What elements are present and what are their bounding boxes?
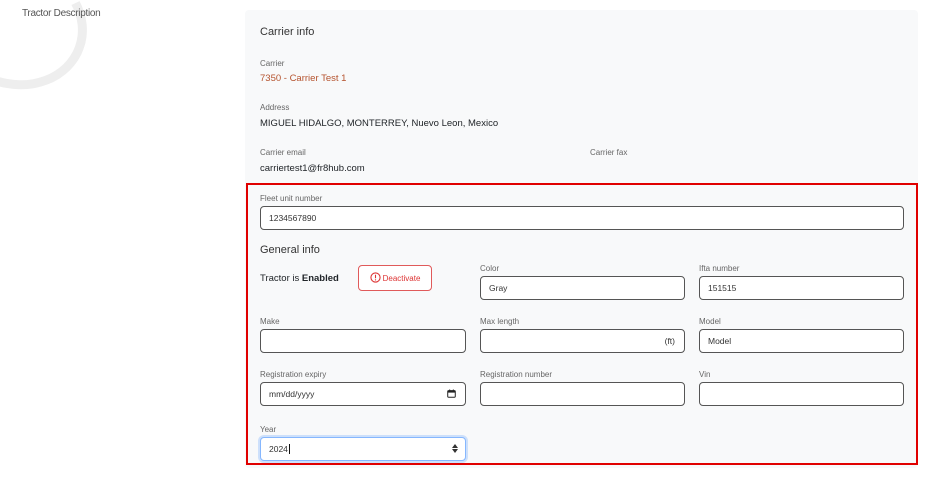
max-length-label: Max length (480, 317, 520, 326)
stepper-down-icon[interactable] (452, 449, 458, 453)
carrier-email-value: carriertest1@fr8hub.com (260, 163, 365, 174)
model-input[interactable]: Model (699, 329, 904, 353)
ifta-input[interactable]: 151515 (699, 276, 904, 300)
registration-number-input[interactable] (480, 382, 685, 406)
address-label: Address (260, 103, 290, 112)
registration-expiry-input[interactable]: mm/dd/yyyy (260, 382, 466, 406)
registration-expiry-value: mm/dd/yyyy (269, 389, 315, 399)
vin-label: Vin (699, 370, 711, 379)
deactivate-button[interactable]: Deactivate (358, 265, 432, 291)
carrier-fax-label: Carrier fax (590, 148, 628, 157)
fleet-unit-label: Fleet unit number (260, 194, 323, 203)
vin-input[interactable] (699, 382, 904, 406)
model-label: Model (699, 317, 721, 326)
calendar-icon[interactable] (447, 388, 456, 400)
make-label: Make (260, 317, 280, 326)
color-input[interactable]: Gray (480, 276, 685, 300)
address-value: MIGUEL HIDALGO, MONTERREY, Nuevo Leon, M… (260, 118, 499, 129)
stepper-up-icon[interactable] (452, 444, 458, 448)
alert-circle-icon (369, 271, 381, 285)
ifta-label: Ifta number (699, 264, 740, 273)
carrier-info-heading: Carrier info (260, 26, 315, 38)
year-stepper[interactable] (452, 444, 458, 453)
general-info-heading: General info (260, 244, 320, 256)
registration-expiry-label: Registration expiry (260, 370, 327, 379)
fleet-unit-value: 1234567890 (269, 213, 317, 223)
color-label: Color (480, 264, 500, 273)
model-value: Model (708, 336, 732, 346)
make-input[interactable] (260, 329, 466, 353)
fleet-unit-input[interactable]: 1234567890 (260, 206, 904, 230)
sidebar-title: Tractor Description (22, 8, 101, 19)
carrier-email-label: Carrier email (260, 148, 306, 157)
deactivate-label: Deactivate (382, 273, 421, 283)
carrier-label: Carrier (260, 59, 285, 68)
registration-number-label: Registration number (480, 370, 553, 379)
year-input[interactable]: 2024 (260, 437, 466, 461)
carrier-link[interactable]: 7350 - Carrier Test 1 (260, 73, 346, 84)
tractor-status: Tractor is Enabled (260, 273, 339, 284)
max-length-unit: (ft) (664, 336, 675, 346)
text-caret (288, 444, 290, 454)
color-value: Gray (489, 283, 508, 293)
ifta-value: 151515 (708, 283, 737, 293)
year-label: Year (260, 425, 277, 434)
status-value: Enabled (301, 273, 339, 284)
year-value: 2024 (269, 444, 288, 454)
max-length-input[interactable]: (ft) (480, 329, 685, 353)
status-prefix: Tractor is (260, 273, 300, 284)
